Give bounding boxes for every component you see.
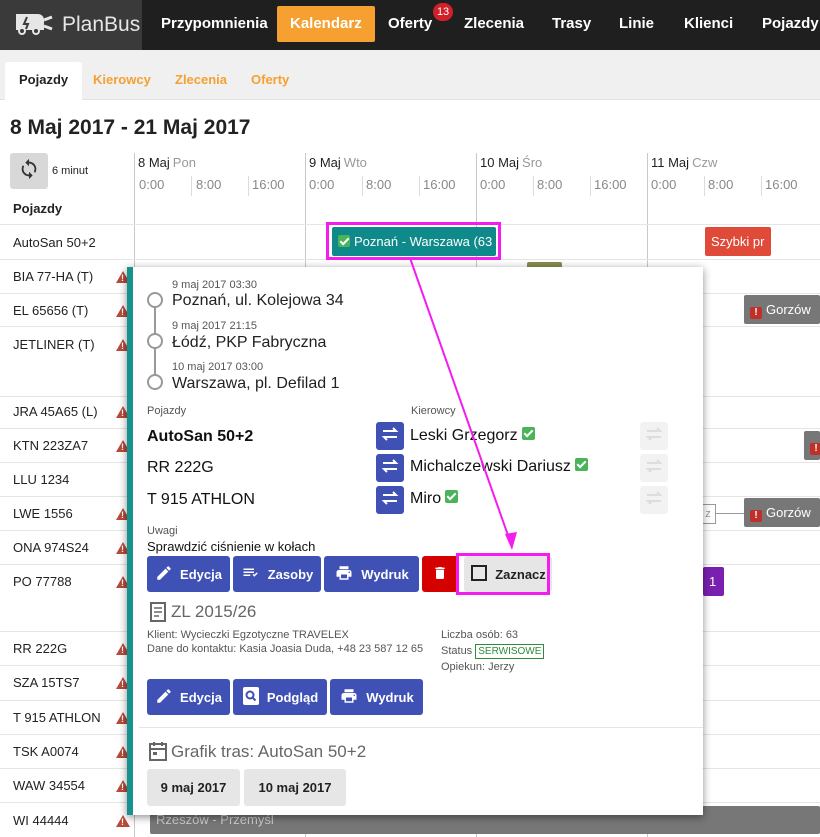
annotation-arrow bbox=[409, 257, 517, 550]
